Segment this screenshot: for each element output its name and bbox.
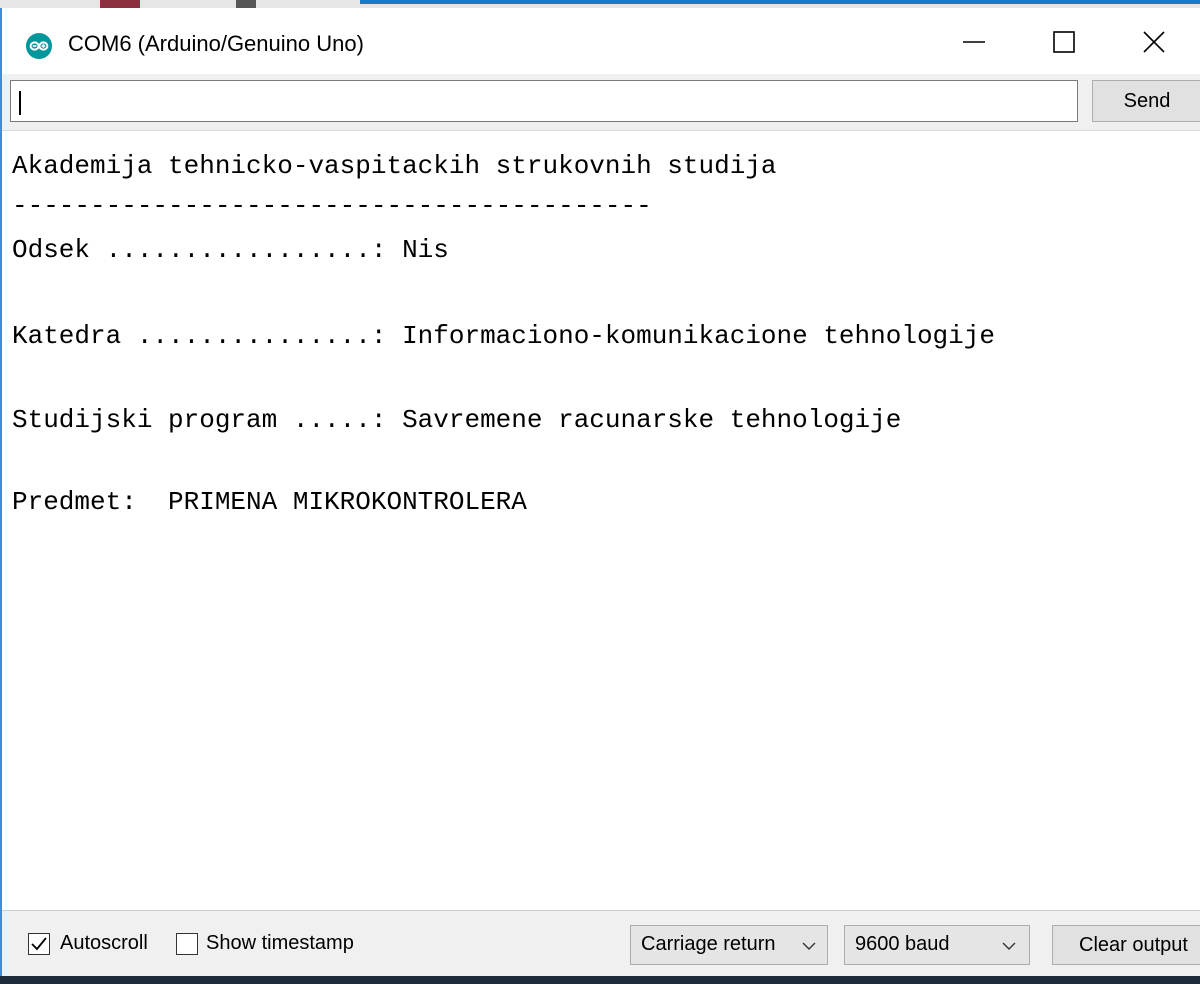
background-taskbar-strip — [0, 976, 1200, 984]
send-bar: Send — [2, 74, 1200, 130]
minimize-icon — [963, 41, 985, 43]
background-taskbar-strip — [0, 0, 1200, 8]
serial-monitor-window: COM6 (Arduino/Genuino Uno) Send Akademij… — [0, 0, 1200, 984]
checkmark-icon — [31, 937, 47, 951]
maximize-button[interactable] — [1020, 8, 1108, 74]
window-focus-edge — [360, 0, 1200, 4]
show-timestamp-checkbox[interactable] — [176, 933, 198, 955]
chevron-down-icon — [1002, 942, 1016, 950]
baud-rate-value: 9600 baud — [855, 933, 950, 955]
clear-output-button[interactable]: Clear output — [1052, 925, 1200, 965]
text-caret — [19, 91, 21, 115]
serial-send-input[interactable] — [10, 80, 1078, 122]
send-button[interactable]: Send — [1092, 80, 1200, 122]
baud-rate-select[interactable]: 9600 baud — [844, 925, 1030, 965]
autoscroll-label[interactable]: Autoscroll — [60, 932, 148, 955]
output-line: ----------------------------------------… — [12, 191, 652, 221]
serial-output[interactable]: Akademija tehnicko-vaspitackih strukovni… — [2, 130, 1200, 911]
output-line: Akademija tehnicko-vaspitackih strukovni… — [12, 151, 777, 181]
output-line: Odsek .................: Nis — [12, 235, 449, 265]
minimize-button[interactable] — [930, 8, 1018, 74]
output-line: Studijski program .....: Savremene racun… — [12, 405, 902, 435]
chevron-down-icon — [802, 942, 816, 950]
close-icon — [1143, 31, 1165, 53]
maximize-icon — [1053, 31, 1075, 53]
output-line: Predmet: PRIMENA MIKROKONTROLERA — [12, 487, 527, 517]
output-line: Katedra ...............: Informaciono-ko… — [12, 321, 995, 351]
line-ending-select[interactable]: Carriage return — [630, 925, 828, 965]
status-bar: Autoscroll Show timestamp Carriage retur… — [2, 910, 1200, 977]
window-title: COM6 (Arduino/Genuino Uno) — [68, 31, 364, 56]
autoscroll-checkbox[interactable] — [28, 933, 50, 955]
background-app-fragment — [236, 0, 256, 8]
arduino-logo-icon — [26, 33, 52, 59]
show-timestamp-label[interactable]: Show timestamp — [206, 932, 354, 955]
background-app-fragment — [100, 0, 140, 8]
close-button[interactable] — [1110, 8, 1198, 74]
line-ending-value: Carriage return — [641, 933, 776, 955]
